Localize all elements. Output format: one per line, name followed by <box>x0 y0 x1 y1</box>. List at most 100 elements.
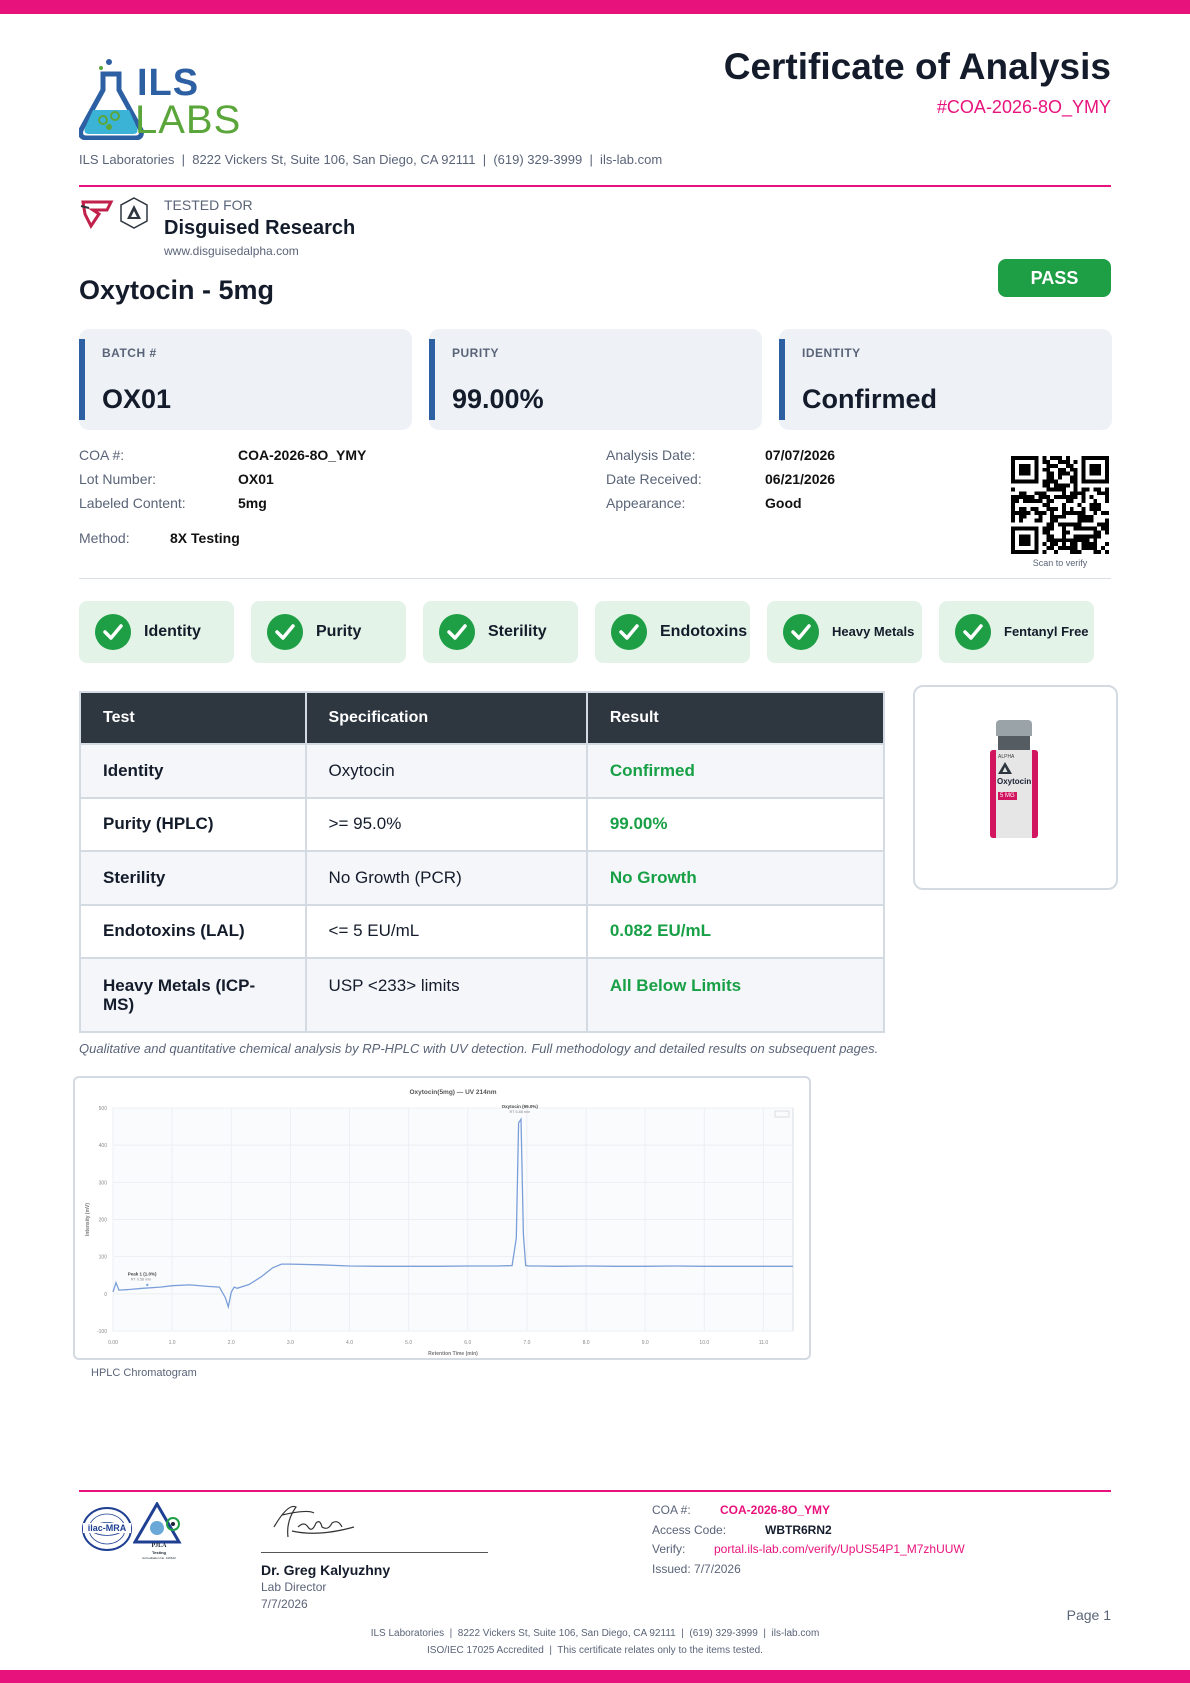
badge-label: Heavy Metals <box>832 624 915 639</box>
x-tick-label: 2.0 <box>228 1340 235 1346</box>
qr-code[interactable] <box>1011 456 1109 554</box>
analysis-date-value: 07/07/2026 <box>765 447 836 463</box>
test-cell: Sterility <box>79 850 307 906</box>
analysis-date-label: Analysis Date: <box>606 447 696 463</box>
x-tick-label: 1.0 <box>169 1340 176 1346</box>
appearance-label: Appearance: <box>606 495 686 511</box>
qr-module <box>1011 487 1015 492</box>
method-label: Method: <box>79 530 130 546</box>
qr-module <box>1093 499 1098 504</box>
date-received-label: Date Received: <box>606 471 702 487</box>
qr-module <box>1058 538 1062 543</box>
header-divider <box>79 185 1111 187</box>
test-cell: Endotoxins (LAL) <box>79 903 307 959</box>
qr-module <box>1097 534 1102 539</box>
qr-module <box>1014 499 1019 504</box>
qr-module <box>1073 491 1078 496</box>
qr-module <box>1018 506 1023 511</box>
vial-dose: 5 MG <box>998 792 1017 800</box>
qr-module <box>1073 538 1078 543</box>
qr-module <box>1073 487 1078 492</box>
qr-module <box>1077 538 1082 543</box>
qr-module <box>1105 495 1109 500</box>
card-accent <box>779 339 785 420</box>
qr-module <box>1081 546 1086 551</box>
qr-module <box>1073 510 1078 515</box>
qr-module <box>1050 463 1055 468</box>
qr-module <box>1034 506 1039 511</box>
qr-module <box>1065 483 1070 488</box>
x-tick-label: 5.0 <box>405 1340 412 1346</box>
qr-module <box>1042 459 1047 464</box>
spec-cell: Oxytocin <box>304 743 588 799</box>
badge-label: Sterility <box>488 623 547 640</box>
qr-module <box>1065 538 1070 543</box>
table-row: Heavy Metals (ICP-MS) USP <233> limits A… <box>79 957 886 1033</box>
qr-module <box>1093 542 1098 547</box>
check-icon <box>267 614 303 650</box>
client-logo-icon <box>80 200 114 229</box>
qr-module <box>1046 479 1051 484</box>
qr-module <box>1050 499 1055 504</box>
qr-module <box>1097 487 1102 492</box>
qr-module <box>1061 514 1066 519</box>
qr-module <box>1069 550 1074 554</box>
qr-module <box>1101 526 1106 531</box>
qr-module <box>1069 463 1074 468</box>
qr-module <box>1077 534 1082 539</box>
qr-module <box>1089 463 1102 476</box>
signature-date: 7/7/2026 <box>261 1597 308 1611</box>
qr-module <box>1069 538 1074 543</box>
top-accent-bar <box>0 0 1190 14</box>
y-tick-label: 300 <box>99 1180 108 1186</box>
qr-module <box>1105 487 1109 492</box>
qr-module <box>1058 487 1062 492</box>
qr-module <box>1073 522 1078 527</box>
qr-module <box>1042 456 1047 460</box>
qr-module <box>1054 550 1059 554</box>
qr-module <box>1042 526 1047 531</box>
qr-module <box>1065 546 1070 551</box>
qr-module <box>1054 487 1059 492</box>
qr-module <box>1069 491 1074 496</box>
vial-brand: ALPHA <box>998 754 1015 760</box>
qr-module <box>1065 463 1070 468</box>
qr-module <box>1046 530 1051 535</box>
qr-module <box>1097 522 1102 527</box>
footer-address: ILS Laboratories | 8222 Vickers St, Suit… <box>370 1628 820 1639</box>
qr-module <box>1065 510 1070 515</box>
qr-module <box>1058 456 1062 460</box>
qr-module <box>1105 526 1109 531</box>
lot-number-label: Lot Number: <box>79 471 157 487</box>
verify-link[interactable]: portal.ils-lab.com/verify/UpUS54P1_M7zhU… <box>714 1542 965 1556</box>
qr-module <box>1022 510 1027 515</box>
qr-module <box>1069 546 1074 551</box>
identity-card: IDENTITY Confirmed <box>779 329 1112 430</box>
qr-module <box>1069 542 1074 547</box>
qr-module <box>1042 550 1047 554</box>
product-name: Oxytocin - 5mg <box>79 275 275 305</box>
qr-module <box>1093 546 1098 551</box>
qr-module <box>1069 475 1074 480</box>
qr-module <box>1046 506 1051 511</box>
badge-sterility: Sterility <box>423 601 578 663</box>
table-row: Endotoxins (LAL) <= 5 EU/mL 0.082 EU/mL <box>79 903 886 959</box>
qr-module <box>1097 491 1102 496</box>
qr-module <box>1054 483 1059 488</box>
product-vial-image: ALPHA Oxytocin 5 MG <box>988 720 1040 840</box>
qr-module <box>1050 487 1055 492</box>
qr-module <box>1081 542 1086 547</box>
qr-module <box>1022 491 1027 496</box>
pass-badge: PASS <box>998 259 1111 297</box>
qr-module <box>1050 456 1055 460</box>
qr-module <box>1073 467 1078 472</box>
qr-module <box>1046 475 1051 480</box>
result-cell: No Growth <box>585 850 886 906</box>
qr-module <box>1038 495 1043 500</box>
qr-module <box>1101 546 1106 551</box>
qr-module <box>1085 546 1090 551</box>
x-tick-label: 0.00 <box>108 1340 118 1346</box>
badge-label: Identity <box>144 623 201 640</box>
qr-module <box>1030 495 1035 500</box>
spec-cell: <= 5 EU/mL <box>304 903 588 959</box>
